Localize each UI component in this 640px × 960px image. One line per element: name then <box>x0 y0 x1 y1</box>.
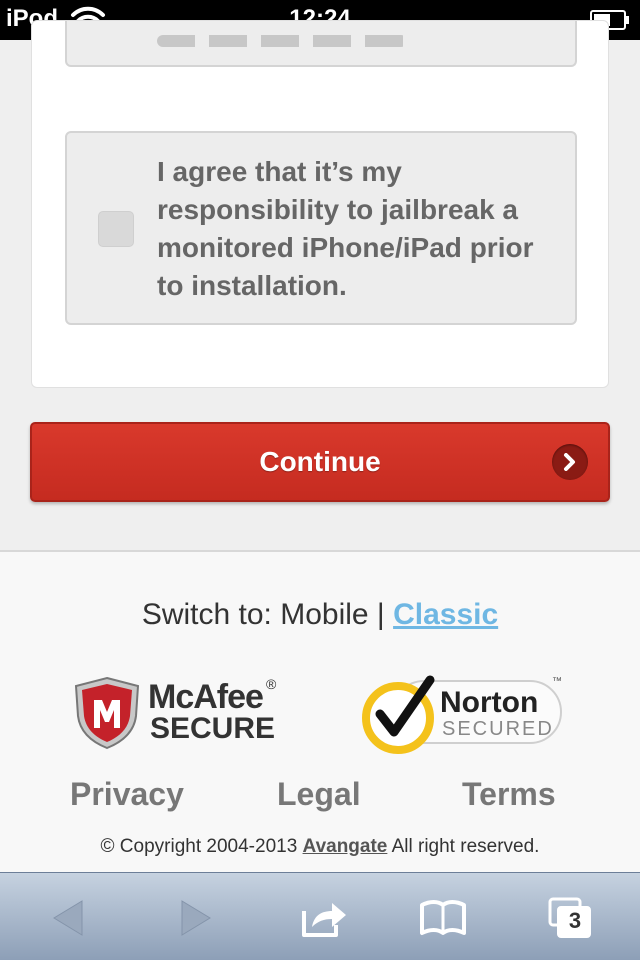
chevron-right-icon <box>552 444 588 480</box>
footer: Switch to: Mobile | Classic McAfee ® SEC… <box>0 550 640 872</box>
mcafee-shield-icon <box>74 676 140 750</box>
continue-label: Continue <box>259 446 381 477</box>
legal-links: Privacy Legal Terms <box>0 776 640 816</box>
agreement-checkbox[interactable] <box>98 211 134 247</box>
copyright-prefix: © Copyright 2004-2013 <box>100 836 303 857</box>
back-arrow-icon[interactable] <box>44 895 94 941</box>
mcafee-secure-badge[interactable]: McAfee ® SECURE <box>72 676 282 750</box>
previous-option-box[interactable] <box>65 21 577 67</box>
main-content: I agree that it’s my responsibility to j… <box>0 20 640 550</box>
norton-secured-badge[interactable]: Norton ™ SECURED <box>362 668 566 754</box>
mcafee-trademark: ® <box>266 676 277 692</box>
copyright-text: © Copyright 2004-2013 Avangate All right… <box>0 836 640 858</box>
browser-toolbar: 3 <box>0 872 640 960</box>
terms-link[interactable]: Terms <box>462 776 556 813</box>
norton-checkmark-icon <box>362 675 435 754</box>
norton-trademark: ™ <box>552 676 562 687</box>
switch-prefix: Switch to: Mobile | <box>141 598 394 631</box>
mcafee-secure-label: SECURE <box>150 712 276 745</box>
continue-button[interactable]: Continue <box>30 422 610 502</box>
copyright-suffix: All right reserved. <box>387 836 540 857</box>
legal-link[interactable]: Legal <box>277 776 361 813</box>
cut-off-text <box>157 35 407 47</box>
tab-count: 3 <box>568 908 582 933</box>
forward-arrow-icon[interactable] <box>170 895 220 941</box>
avangate-link[interactable]: Avangate <box>303 836 388 857</box>
form-card: I agree that it’s my responsibility to j… <box>31 20 609 388</box>
norton-secured-label: SECURED <box>442 718 554 740</box>
norton-name: Norton <box>440 686 539 719</box>
view-switcher: Switch to: Mobile | Classic <box>0 598 640 632</box>
jailbreak-agreement-option[interactable]: I agree that it’s my responsibility to j… <box>65 131 577 325</box>
agreement-text: I agree that it’s my responsibility to j… <box>157 156 534 301</box>
privacy-link[interactable]: Privacy <box>70 776 184 813</box>
classic-link[interactable]: Classic <box>393 598 498 631</box>
bookmarks-icon[interactable] <box>418 895 468 941</box>
share-icon[interactable] <box>298 895 348 941</box>
tabs-button[interactable]: 3 <box>546 895 596 941</box>
